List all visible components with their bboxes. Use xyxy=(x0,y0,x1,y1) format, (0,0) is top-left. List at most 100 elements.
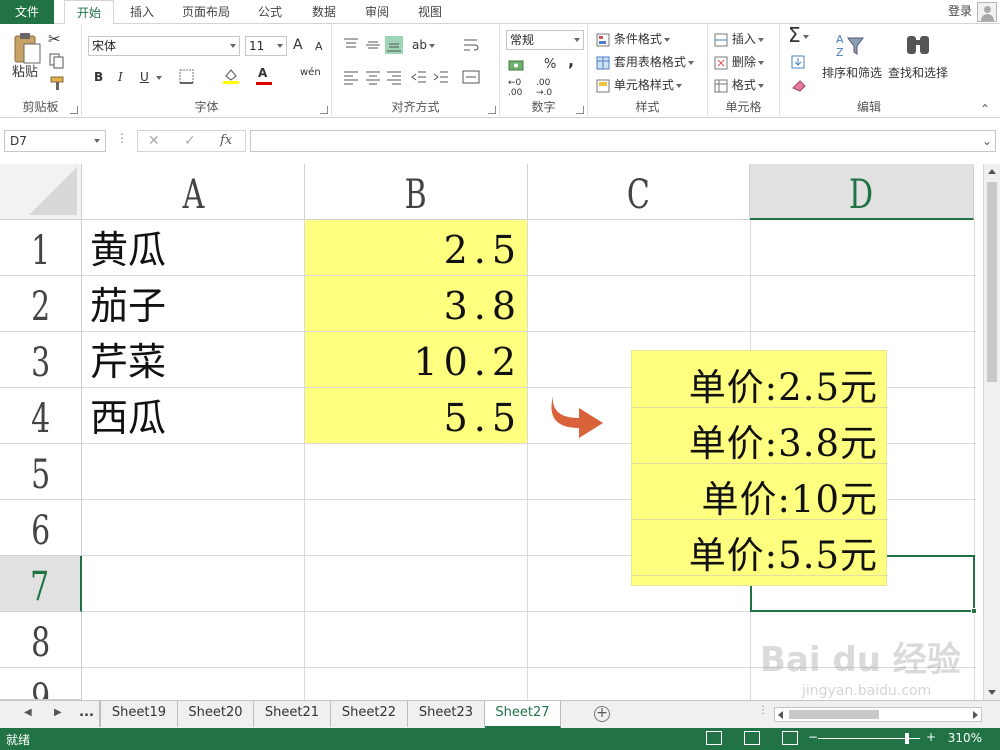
cell-b2[interactable]: 3.8 xyxy=(304,276,522,332)
font-name-dropdown[interactable]: 宋体 xyxy=(88,36,240,56)
increase-indent-icon[interactable] xyxy=(432,68,450,86)
phonetic-button[interactable]: wén xyxy=(300,64,321,82)
tab-data[interactable]: 数据 xyxy=(302,0,346,24)
more-sheets-button[interactable]: ... xyxy=(74,701,100,727)
number-format-dropdown[interactable]: 常规 xyxy=(506,30,584,50)
row-header-8[interactable]: 8 xyxy=(0,612,82,668)
cell-b3[interactable]: 10.2 xyxy=(304,332,522,388)
select-all-button[interactable] xyxy=(0,164,82,220)
align-bottom-icon[interactable] xyxy=(385,36,403,54)
tab-view[interactable]: 视图 xyxy=(408,0,452,24)
page-layout-view-icon[interactable] xyxy=(744,731,760,745)
clipboard-launcher-icon[interactable] xyxy=(70,106,78,114)
bold-button[interactable]: B xyxy=(94,68,103,86)
format-as-table-button[interactable]: 套用表格格式 xyxy=(596,53,694,71)
delete-cells-button[interactable]: 删除 xyxy=(714,53,764,71)
sheet-tab-sheet19[interactable]: Sheet19 xyxy=(100,701,178,727)
fill-icon[interactable] xyxy=(790,54,808,72)
avatar[interactable] xyxy=(977,2,997,22)
row-header-9[interactable]: 9 xyxy=(0,668,82,700)
decrease-decimal-icon[interactable]: .00 →.0 xyxy=(536,78,552,98)
cell-a4[interactable]: 西瓜 xyxy=(90,388,166,444)
row-header-5[interactable]: 5 xyxy=(0,444,82,500)
copy-icon[interactable] xyxy=(48,52,66,70)
underline-button[interactable]: U xyxy=(140,68,149,86)
alignment-launcher-icon[interactable] xyxy=(488,106,496,114)
font-launcher-icon[interactable] xyxy=(320,106,328,114)
column-header-d[interactable]: D xyxy=(750,164,974,220)
decrease-indent-icon[interactable] xyxy=(410,68,428,86)
column-header-b[interactable]: B xyxy=(305,164,528,220)
sheet-tab-sheet21[interactable]: Sheet21 xyxy=(254,701,331,727)
borders-icon[interactable] xyxy=(178,68,196,86)
increase-decimal-icon[interactable]: ←0.00 xyxy=(508,78,522,98)
zoom-out-icon[interactable]: − xyxy=(808,730,818,744)
sort-filter-button[interactable]: 排序和筛选 xyxy=(822,64,882,82)
fill-color-icon[interactable] xyxy=(222,66,240,84)
zoom-slider-thumb[interactable] xyxy=(905,733,909,744)
grow-font-button[interactable]: A xyxy=(293,36,303,54)
cut-icon[interactable]: ✂ xyxy=(48,30,61,48)
tab-file[interactable]: 文件 xyxy=(0,0,54,24)
tab-formulas[interactable]: 公式 xyxy=(250,0,290,24)
align-top-icon[interactable] xyxy=(342,36,360,54)
row-header-6[interactable]: 6 xyxy=(0,500,82,556)
horizontal-scrollbar[interactable] xyxy=(774,707,982,722)
find-select-button[interactable]: 查找和选择 xyxy=(888,64,948,82)
cell-b1[interactable]: 2.5 xyxy=(304,220,522,276)
cell-styles-button[interactable]: 单元格样式 xyxy=(596,76,682,94)
scroll-left-icon[interactable] xyxy=(778,711,783,719)
cell-a1[interactable]: 黄瓜 xyxy=(90,220,166,276)
align-right-icon[interactable] xyxy=(385,68,403,86)
zoom-in-icon[interactable]: + xyxy=(926,730,936,744)
scroll-up-icon[interactable] xyxy=(988,169,996,174)
page-break-view-icon[interactable] xyxy=(782,731,798,745)
expand-formula-bar-icon[interactable]: ⌄ xyxy=(982,132,992,150)
scroll-down-icon[interactable] xyxy=(988,690,996,695)
column-header-a[interactable]: A xyxy=(82,164,305,220)
collapse-ribbon-icon[interactable]: ⌃ xyxy=(980,100,990,118)
vertical-scroll-thumb[interactable] xyxy=(987,182,997,382)
align-center-icon[interactable] xyxy=(364,68,382,86)
formula-bar-splitter-icon[interactable]: ⋮ xyxy=(116,131,128,145)
sign-in-link[interactable]: 登录 xyxy=(948,0,972,22)
format-painter-icon[interactable] xyxy=(48,74,66,92)
row-header-3[interactable]: 3 xyxy=(0,332,82,388)
zoom-level[interactable]: 310% xyxy=(948,731,982,745)
normal-view-icon[interactable] xyxy=(706,731,722,745)
horizontal-scroll-thumb[interactable] xyxy=(789,710,879,719)
percent-button[interactable]: % xyxy=(544,56,556,74)
italic-button[interactable]: I xyxy=(118,68,123,86)
align-left-icon[interactable] xyxy=(342,68,360,86)
cell-a3[interactable]: 芹菜 xyxy=(90,332,166,388)
clear-icon[interactable] xyxy=(790,76,808,94)
tab-review[interactable]: 审阅 xyxy=(356,0,398,24)
row-header-1[interactable]: 1 xyxy=(0,220,82,276)
row-header-2[interactable]: 2 xyxy=(0,276,82,332)
number-launcher-icon[interactable] xyxy=(576,106,584,114)
tab-splitter-icon[interactable]: ⋮ xyxy=(758,705,768,716)
next-sheet-icon[interactable]: ▶ xyxy=(54,707,62,718)
merge-center-icon[interactable] xyxy=(462,68,480,86)
format-cells-button[interactable]: 格式 xyxy=(714,76,764,94)
add-sheet-button[interactable]: + xyxy=(594,706,610,722)
orientation-icon[interactable]: ab xyxy=(412,36,435,54)
pasted-picture[interactable]: 单价:2.5元 单价:3.8元 单价:10元 单价:5.5元 xyxy=(631,350,888,586)
shrink-font-button[interactable]: A xyxy=(315,38,323,56)
underline-dropdown-icon[interactable] xyxy=(154,68,162,86)
conditional-formatting-button[interactable]: 条件格式 xyxy=(596,30,670,48)
align-middle-icon[interactable] xyxy=(364,36,382,54)
cell-a2[interactable]: 茄子 xyxy=(90,276,166,332)
name-box[interactable]: D7 xyxy=(4,130,106,152)
font-color-icon[interactable]: A xyxy=(258,64,267,82)
row-header-7[interactable]: 7 xyxy=(0,556,82,612)
row-header-4[interactable]: 4 xyxy=(0,388,82,444)
cancel-icon[interactable]: ✕ xyxy=(148,133,160,149)
fill-handle[interactable] xyxy=(971,608,977,614)
vertical-scrollbar[interactable] xyxy=(983,164,1000,700)
sheet-tab-sheet23[interactable]: Sheet23 xyxy=(408,701,485,727)
formula-input[interactable] xyxy=(250,130,996,152)
enter-icon[interactable]: ✓ xyxy=(184,133,196,149)
tab-insert[interactable]: 插入 xyxy=(120,0,164,24)
sheet-tab-sheet20[interactable]: Sheet20 xyxy=(178,701,254,727)
